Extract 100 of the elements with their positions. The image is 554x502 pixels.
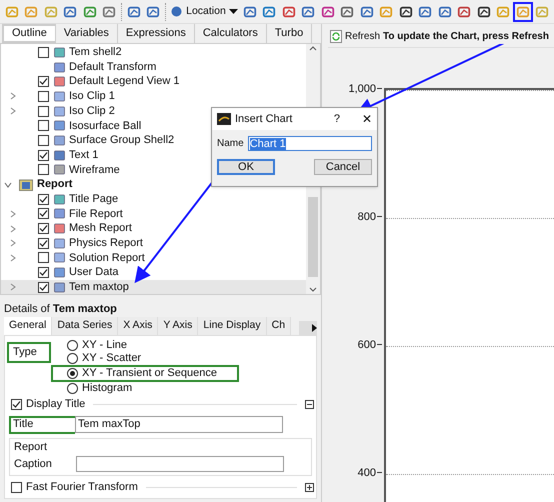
item-icon — [53, 236, 66, 250]
item-icon — [53, 75, 66, 88]
collapse-icon[interactable] — [305, 400, 314, 409]
checkbox[interactable] — [11, 398, 22, 410]
refresh-button[interactable]: Refresh — [330, 29, 380, 44]
tree-folder-label[interactable]: Report — [37, 176, 72, 193]
tool-icon — [398, 4, 413, 18]
scrollbar-thumb[interactable] — [308, 197, 318, 277]
scroll-down-icon[interactable] — [309, 287, 317, 292]
radio-label: XY - Transient or Sequence — [82, 366, 217, 382]
checkbox[interactable] — [38, 223, 49, 234]
tab[interactable]: Line Display — [198, 317, 267, 335]
radio-button[interactable] — [67, 383, 78, 394]
tool-icon — [242, 4, 257, 18]
item-icon — [53, 148, 66, 162]
item-icon — [53, 163, 66, 176]
tree-item-label[interactable]: Isosurface Ball — [69, 118, 142, 134]
location-dropdown[interactable]: Location — [168, 2, 240, 22]
help-button[interactable]: ? — [334, 110, 340, 128]
tool-icon — [438, 4, 452, 18]
tree-item-label[interactable]: Iso Clip 2 — [69, 102, 115, 120]
scroll-up-icon[interactable] — [309, 46, 317, 51]
title-field[interactable]: Tem maxTop — [75, 416, 283, 433]
tab[interactable]: Outline — [2, 24, 56, 43]
tool-icon — [282, 4, 296, 18]
checkbox[interactable] — [38, 238, 49, 249]
dialog-title: Insert Chart — [235, 112, 292, 127]
radio-button[interactable] — [67, 340, 78, 351]
checkbox[interactable] — [38, 90, 49, 102]
close-button[interactable]: ✕ — [362, 110, 372, 128]
checkbox[interactable] — [38, 120, 49, 132]
caption-field[interactable] — [76, 456, 284, 472]
tree-item-label[interactable]: File Report — [69, 206, 123, 222]
tree-item-label[interactable]: Tem shell2 — [69, 44, 122, 61]
app-logo-icon — [217, 113, 231, 125]
checkbox[interactable] — [38, 208, 49, 220]
checkbox[interactable] — [38, 76, 49, 88]
tree-item-label[interactable]: User Data — [69, 264, 119, 281]
tab[interactable]: General — [4, 317, 52, 335]
tool-icon — [262, 4, 276, 18]
checkbox[interactable] — [11, 482, 22, 493]
toolbar-button[interactable] — [513, 2, 533, 22]
name-field[interactable]: Chart 1 — [248, 136, 372, 151]
tree-item-label[interactable]: Tem maxtop — [69, 279, 129, 294]
title-label: Title — [9, 416, 75, 434]
checkbox[interactable] — [38, 282, 49, 293]
checkbox[interactable] — [38, 267, 49, 278]
item-icon — [53, 280, 66, 294]
tool-icon — [360, 4, 374, 18]
y-axis-label: 600 — [358, 338, 376, 353]
tab[interactable]: Ch — [266, 317, 292, 335]
tab[interactable]: Data Series — [52, 317, 118, 335]
radio-button[interactable] — [67, 368, 78, 379]
item-icon — [53, 90, 66, 103]
tab[interactable]: Y Axis — [158, 317, 198, 335]
checkbox[interactable] — [38, 134, 49, 146]
selected-row-background[interactable]: Tem maxtop — [1, 280, 306, 294]
item-icon — [53, 192, 66, 206]
expand-icon[interactable] — [305, 482, 314, 492]
tool-icon — [146, 4, 160, 18]
tree-item-label[interactable]: Surface Group Shell2 — [69, 132, 174, 149]
collapse-chevron-icon[interactable] — [4, 182, 12, 188]
ok-button[interactable]: OK — [217, 159, 275, 175]
item-icon — [53, 222, 66, 236]
tree-item-label[interactable]: Default Transform — [69, 58, 156, 76]
checkbox[interactable] — [38, 252, 49, 264]
radio-button[interactable] — [67, 353, 78, 364]
item-icon — [53, 266, 66, 280]
tree-item-label[interactable]: Default Legend View 1 — [69, 73, 180, 90]
y-axis-label: 400 — [358, 466, 376, 481]
tool-icon — [516, 4, 530, 18]
tree-item-label[interactable]: Mesh Report — [69, 220, 132, 237]
tab-scroll-buttons[interactable] — [299, 321, 317, 335]
tool-icon — [457, 4, 472, 18]
tree-item-label[interactable]: Text 1 — [69, 146, 98, 164]
cancel-button[interactable]: Cancel — [314, 159, 372, 175]
tool-icon — [535, 4, 550, 18]
expand-chevron-icon[interactable] — [10, 283, 16, 292]
tool-icon — [320, 4, 335, 18]
tool-icon — [476, 4, 491, 18]
checkbox[interactable] — [38, 46, 49, 58]
tree-item-label[interactable]: Wireframe — [69, 162, 120, 178]
location-icon — [170, 5, 184, 18]
tool-icon — [102, 4, 116, 18]
tree-item-label[interactable]: Solution Report — [69, 250, 145, 266]
checkbox[interactable] — [38, 150, 49, 161]
radio-label: XY - Scatter — [82, 351, 142, 366]
tree-item-label[interactable]: Iso Clip 1 — [69, 88, 115, 105]
tool-icon — [379, 4, 394, 18]
y-axis-label: 1,000 — [348, 82, 376, 97]
type-label: Type — [7, 342, 51, 362]
item-icon — [53, 104, 66, 118]
tree-item-label[interactable]: Title Page — [69, 190, 118, 208]
checkbox[interactable] — [38, 194, 49, 205]
checkbox[interactable] — [38, 106, 49, 117]
tree-item-label[interactable]: Physics Report — [69, 235, 143, 252]
tab[interactable]: X Axis — [118, 317, 158, 335]
checkbox[interactable] — [38, 164, 49, 176]
caption-label: Caption — [14, 456, 53, 472]
name-label: Name — [217, 137, 244, 151]
